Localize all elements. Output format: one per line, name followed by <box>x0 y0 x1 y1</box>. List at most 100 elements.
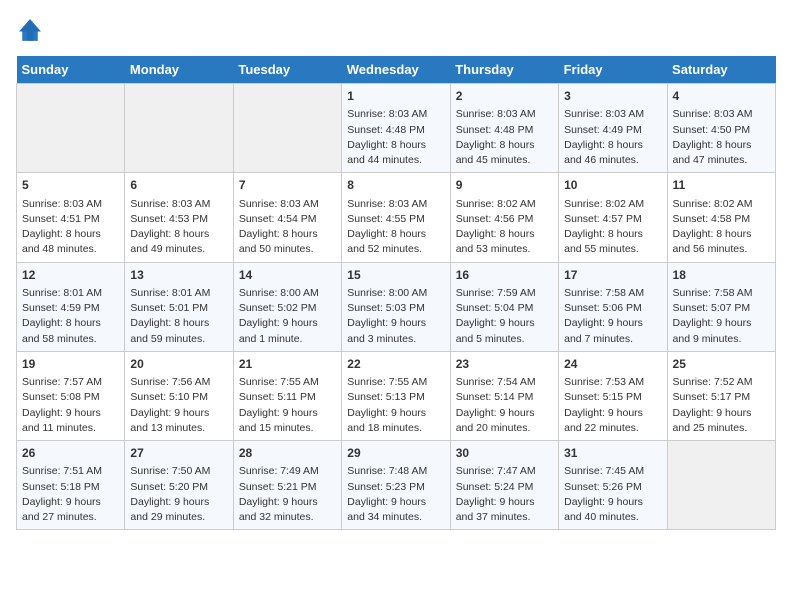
day-info: Sunrise: 7:45 AM Sunset: 5:26 PM Dayligh… <box>564 464 661 525</box>
day-info: Sunrise: 7:47 AM Sunset: 5:24 PM Dayligh… <box>456 464 553 525</box>
day-info: Sunrise: 7:50 AM Sunset: 5:20 PM Dayligh… <box>130 464 227 525</box>
calendar-day: 1 Sunrise: 8:03 AM Sunset: 4:48 PM Daylig… <box>342 84 450 173</box>
calendar-week-5: 26 Sunrise: 7:51 AM Sunset: 5:18 PM Dayli… <box>17 441 776 530</box>
calendar-day: 29 Sunrise: 7:48 AM Sunset: 5:23 PM Dayli… <box>342 441 450 530</box>
day-info: Sunrise: 8:03 AM Sunset: 4:50 PM Dayligh… <box>673 107 770 168</box>
day-info: Sunrise: 7:49 AM Sunset: 5:21 PM Dayligh… <box>239 464 336 525</box>
calendar-day: 18 Sunrise: 7:58 AM Sunset: 5:07 PM Dayli… <box>667 262 775 351</box>
day-info: Sunrise: 7:51 AM Sunset: 5:18 PM Dayligh… <box>22 464 119 525</box>
day-info: Sunrise: 7:57 AM Sunset: 5:08 PM Dayligh… <box>22 375 119 436</box>
calendar-day: 3 Sunrise: 8:03 AM Sunset: 4:49 PM Daylig… <box>559 84 667 173</box>
calendar-day: 26 Sunrise: 7:51 AM Sunset: 5:18 PM Dayli… <box>17 441 125 530</box>
day-info: Sunrise: 7:53 AM Sunset: 5:15 PM Dayligh… <box>564 375 661 436</box>
day-number: 15 <box>347 267 444 284</box>
calendar-week-2: 5Sunrise: 8:03 AM Sunset: 4:51 PM Daylig… <box>17 173 776 262</box>
calendar-day: 22Sunrise: 7:55 AM Sunset: 5:13 PM Dayli… <box>342 351 450 440</box>
day-number: 29 <box>347 445 444 462</box>
day-number: 9 <box>456 177 553 194</box>
day-number: 28 <box>239 445 336 462</box>
calendar-day: 31 Sunrise: 7:45 AM Sunset: 5:26 PM Dayli… <box>559 441 667 530</box>
calendar-day: 2 Sunrise: 8:03 AM Sunset: 4:48 PM Daylig… <box>450 84 558 173</box>
logo <box>16 16 48 44</box>
day-info: Sunrise: 7:56 AM Sunset: 5:10 PM Dayligh… <box>130 375 227 436</box>
day-number: 27 <box>130 445 227 462</box>
day-number: 23 <box>456 356 553 373</box>
day-info: Sunrise: 7:52 AM Sunset: 5:17 PM Dayligh… <box>673 375 770 436</box>
day-number: 10 <box>564 177 661 194</box>
calendar-day: 15Sunrise: 8:00 AM Sunset: 5:03 PM Dayli… <box>342 262 450 351</box>
calendar-day: 6 Sunrise: 8:03 AM Sunset: 4:53 PM Daylig… <box>125 173 233 262</box>
calendar-day: 21 Sunrise: 7:55 AM Sunset: 5:11 PM Dayli… <box>233 351 341 440</box>
day-number: 30 <box>456 445 553 462</box>
day-number: 8 <box>347 177 444 194</box>
weekday-header-monday: Monday <box>125 56 233 84</box>
calendar-day: 11Sunrise: 8:02 AM Sunset: 4:58 PM Dayli… <box>667 173 775 262</box>
day-info: Sunrise: 7:48 AM Sunset: 5:23 PM Dayligh… <box>347 464 444 525</box>
day-info: Sunrise: 8:03 AM Sunset: 4:55 PM Dayligh… <box>347 197 444 258</box>
day-info: Sunrise: 8:02 AM Sunset: 4:58 PM Dayligh… <box>673 197 770 258</box>
day-info: Sunrise: 8:03 AM Sunset: 4:48 PM Dayligh… <box>347 107 444 168</box>
day-number: 22 <box>347 356 444 373</box>
day-info: Sunrise: 7:55 AM Sunset: 5:11 PM Dayligh… <box>239 375 336 436</box>
day-number: 12 <box>22 267 119 284</box>
weekday-header-sunday: Sunday <box>17 56 125 84</box>
day-number: 3 <box>564 88 661 105</box>
day-number: 7 <box>239 177 336 194</box>
day-info: Sunrise: 8:03 AM Sunset: 4:54 PM Dayligh… <box>239 197 336 258</box>
calendar-table: SundayMondayTuesdayWednesdayThursdayFrid… <box>16 56 776 530</box>
day-number: 2 <box>456 88 553 105</box>
calendar-day: 12 Sunrise: 8:01 AM Sunset: 4:59 PM Dayli… <box>17 262 125 351</box>
day-info: Sunrise: 8:03 AM Sunset: 4:53 PM Dayligh… <box>130 197 227 258</box>
calendar-day: 28 Sunrise: 7:49 AM Sunset: 5:21 PM Dayli… <box>233 441 341 530</box>
day-number: 21 <box>239 356 336 373</box>
day-info: Sunrise: 7:58 AM Sunset: 5:07 PM Dayligh… <box>673 286 770 347</box>
day-number: 1 <box>347 88 444 105</box>
day-info: Sunrise: 8:02 AM Sunset: 4:56 PM Dayligh… <box>456 197 553 258</box>
calendar-day: 4Sunrise: 8:03 AM Sunset: 4:50 PM Daylig… <box>667 84 775 173</box>
day-info: Sunrise: 8:03 AM Sunset: 4:49 PM Dayligh… <box>564 107 661 168</box>
calendar-day: 20 Sunrise: 7:56 AM Sunset: 5:10 PM Dayli… <box>125 351 233 440</box>
weekday-header-thursday: Thursday <box>450 56 558 84</box>
calendar-day <box>125 84 233 173</box>
calendar-day: 16Sunrise: 7:59 AM Sunset: 5:04 PM Dayli… <box>450 262 558 351</box>
day-info: Sunrise: 8:02 AM Sunset: 4:57 PM Dayligh… <box>564 197 661 258</box>
day-info: Sunrise: 7:54 AM Sunset: 5:14 PM Dayligh… <box>456 375 553 436</box>
calendar-day: 23 Sunrise: 7:54 AM Sunset: 5:14 PM Dayli… <box>450 351 558 440</box>
day-number: 5 <box>22 177 119 194</box>
day-number: 20 <box>130 356 227 373</box>
weekday-header-friday: Friday <box>559 56 667 84</box>
calendar-day: 8 Sunrise: 8:03 AM Sunset: 4:55 PM Daylig… <box>342 173 450 262</box>
calendar-header: SundayMondayTuesdayWednesdayThursdayFrid… <box>17 56 776 84</box>
calendar-week-1: 1 Sunrise: 8:03 AM Sunset: 4:48 PM Daylig… <box>17 84 776 173</box>
calendar-day: 25 Sunrise: 7:52 AM Sunset: 5:17 PM Dayli… <box>667 351 775 440</box>
calendar-week-3: 12 Sunrise: 8:01 AM Sunset: 4:59 PM Dayli… <box>17 262 776 351</box>
calendar-day: 5Sunrise: 8:03 AM Sunset: 4:51 PM Daylig… <box>17 173 125 262</box>
calendar-day: 27 Sunrise: 7:50 AM Sunset: 5:20 PM Dayli… <box>125 441 233 530</box>
calendar-day: 9 Sunrise: 8:02 AM Sunset: 4:56 PM Daylig… <box>450 173 558 262</box>
day-info: Sunrise: 8:01 AM Sunset: 5:01 PM Dayligh… <box>130 286 227 347</box>
day-number: 6 <box>130 177 227 194</box>
logo-icon <box>16 16 44 44</box>
day-number: 31 <box>564 445 661 462</box>
day-info: Sunrise: 7:59 AM Sunset: 5:04 PM Dayligh… <box>456 286 553 347</box>
calendar-day: 10 Sunrise: 8:02 AM Sunset: 4:57 PM Dayli… <box>559 173 667 262</box>
calendar-day: 7 Sunrise: 8:03 AM Sunset: 4:54 PM Daylig… <box>233 173 341 262</box>
weekday-header-tuesday: Tuesday <box>233 56 341 84</box>
day-number: 26 <box>22 445 119 462</box>
day-number: 13 <box>130 267 227 284</box>
calendar-day <box>233 84 341 173</box>
calendar-day <box>667 441 775 530</box>
calendar-day: 30 Sunrise: 7:47 AM Sunset: 5:24 PM Dayli… <box>450 441 558 530</box>
day-number: 19 <box>22 356 119 373</box>
day-number: 25 <box>673 356 770 373</box>
day-number: 24 <box>564 356 661 373</box>
day-info: Sunrise: 8:01 AM Sunset: 4:59 PM Dayligh… <box>22 286 119 347</box>
page-header <box>16 16 776 44</box>
day-number: 18 <box>673 267 770 284</box>
calendar-day: 19 Sunrise: 7:57 AM Sunset: 5:08 PM Dayli… <box>17 351 125 440</box>
weekday-header-wednesday: Wednesday <box>342 56 450 84</box>
day-info: Sunrise: 8:03 AM Sunset: 4:48 PM Dayligh… <box>456 107 553 168</box>
day-number: 14 <box>239 267 336 284</box>
day-info: Sunrise: 7:58 AM Sunset: 5:06 PM Dayligh… <box>564 286 661 347</box>
calendar-day <box>17 84 125 173</box>
